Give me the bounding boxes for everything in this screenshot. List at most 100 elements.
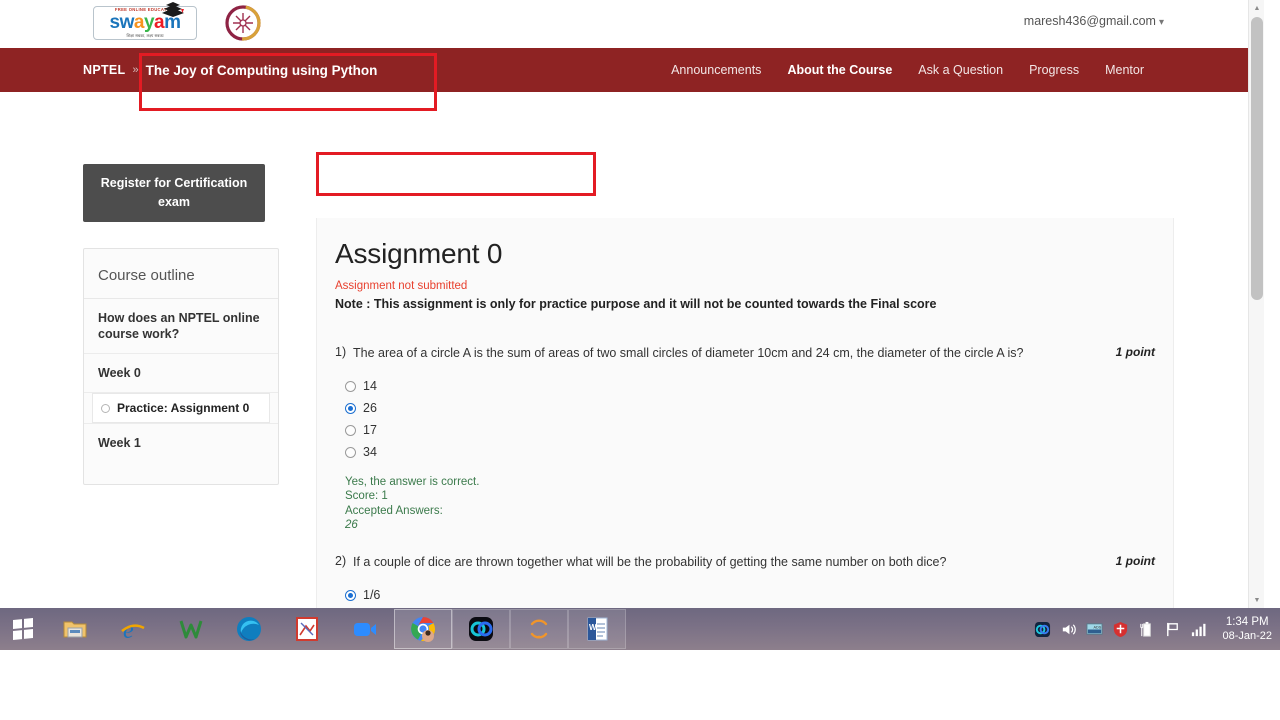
zoom-icon <box>354 623 376 636</box>
book-icon <box>162 2 184 17</box>
assignment-note: Note : This assignment is only for pract… <box>335 297 937 311</box>
webex-icon <box>469 617 493 641</box>
nptel-emblem-icon[interactable] <box>225 5 261 41</box>
question-2-option-1[interactable]: 1/6 <box>345 584 1155 606</box>
question-2: 2) If a couple of dice are thrown togeth… <box>317 532 1173 608</box>
nav-item-mentor[interactable]: Mentor <box>1092 63 1157 77</box>
sidebar-item-how-course-works[interactable]: How does an NPTEL online course work? <box>84 299 278 354</box>
option-label: 26 <box>363 401 377 415</box>
clock-time: 1:34 PM <box>1225 616 1269 628</box>
nav-item-ask-a-question[interactable]: Ask a Question <box>905 63 1016 77</box>
breadcrumb-separator-icon: » <box>132 64 139 76</box>
taskbar-loading-app[interactable] <box>510 609 568 649</box>
sidebar-subitem-label: Practice: Assignment 0 <box>117 401 250 415</box>
sidebar-item-week-1[interactable]: Week 1 <box>84 423 278 462</box>
register-certification-button[interactable]: Register for Certification exam <box>83 164 265 222</box>
swayam-logo-subtext: शिक्षा सबका, लक्ष्य सबका <box>126 33 164 38</box>
feedback-accepted-label: Accepted Answers: <box>345 505 443 517</box>
taskbar-microsoft-edge[interactable] <box>220 608 278 650</box>
taskbar-apps: e W <box>46 608 626 650</box>
feedback-result: Yes, the answer is correct. <box>345 476 480 488</box>
question-1-text: The area of a circle A is the sum of are… <box>353 346 1024 360</box>
breadcrumb-course-title[interactable]: The Joy of Computing using Python <box>146 63 378 78</box>
radio-icon-selected[interactable] <box>345 402 356 414</box>
webex-tray-icon[interactable] <box>1034 621 1051 638</box>
nav-item-progress[interactable]: Progress <box>1016 63 1092 77</box>
chevron-down-icon: ▾ <box>1158 17 1164 28</box>
battery-icon[interactable] <box>1138 621 1155 638</box>
taskbar-google-chrome[interactable] <box>394 609 452 649</box>
network-signal-icon[interactable] <box>1190 621 1207 638</box>
taskbar-microsoft-word[interactable]: W <box>568 609 626 649</box>
microsoft-edge-icon <box>237 617 261 641</box>
question-2-options: 1/6 1/36 1/12 1/3 <box>335 584 1155 608</box>
google-chrome-icon <box>411 617 436 642</box>
scroll-up-arrow-icon[interactable]: ▲ <box>1249 0 1264 16</box>
assignment-panel: Assignment 0 Assignment not submitted No… <box>316 218 1174 608</box>
scroll-down-arrow-icon[interactable]: ▼ <box>1249 592 1264 608</box>
breadcrumb: NPTEL » The Joy of Computing using Pytho… <box>83 63 377 78</box>
question-1-header: 1) The area of a circle A is the sum of … <box>335 345 1155 361</box>
scrollbar-thumb[interactable] <box>1251 17 1263 300</box>
question-2-number: 2) <box>335 554 347 568</box>
internet-explorer-icon: e <box>121 618 145 643</box>
sidebar-item-practice-assignment-0[interactable]: Practice: Assignment 0 <box>92 393 270 423</box>
option-label: 17 <box>363 423 377 437</box>
volume-icon[interactable] <box>1060 621 1077 638</box>
question-2-header: 2) If a couple of dice are thrown togeth… <box>335 554 1155 570</box>
submission-status: Assignment not submitted <box>335 280 468 292</box>
feedback-score: Score: 1 <box>345 490 388 502</box>
question-1-option-2[interactable]: 26 <box>345 397 1155 419</box>
question-1-option-1[interactable]: 14 <box>345 375 1155 397</box>
system-tray: ADS 1:34 PM 08-Jan-22 <box>1034 608 1280 650</box>
taskbar-paint-image[interactable] <box>278 608 336 650</box>
paint-image-icon <box>296 617 318 641</box>
taskbar-clock[interactable]: 1:34 PM 08-Jan-22 <box>1222 615 1272 643</box>
screen: FREE ONLINE EDUCATION swayam शिक्षा सबका… <box>0 0 1280 720</box>
question-1-options: 14 26 17 34 <box>335 375 1155 463</box>
taskbar-wps-writer[interactable] <box>162 608 220 650</box>
question-2-points: 1 point <box>1115 554 1155 568</box>
option-label: 1/6 <box>363 588 381 602</box>
start-button[interactable] <box>0 608 46 650</box>
question-1-option-4[interactable]: 34 <box>345 441 1155 463</box>
taskbar-internet-explorer[interactable]: e <box>104 608 162 650</box>
sidebar-item-week-0[interactable]: Week 0 <box>84 354 278 393</box>
option-label: 14 <box>363 379 377 393</box>
microsoft-word-icon: W <box>587 617 608 641</box>
security-shield-icon[interactable] <box>1112 621 1129 638</box>
radio-icon-selected[interactable] <box>345 589 356 601</box>
page-title: Assignment 0 <box>335 238 503 269</box>
display-icon[interactable]: ADS <box>1086 621 1103 638</box>
taskbar-file-explorer[interactable] <box>46 608 104 650</box>
flag-icon[interactable] <box>1164 621 1181 638</box>
radio-icon[interactable] <box>345 446 356 458</box>
course-navbar: NPTEL » The Joy of Computing using Pytho… <box>0 48 1264 92</box>
page-scrollbar[interactable]: ▲ ▼ <box>1248 0 1264 608</box>
file-explorer-icon <box>63 621 87 638</box>
nav-links: Announcements About the Course Ask a Que… <box>658 63 1157 77</box>
annotation-box-assignment-title <box>316 152 596 196</box>
user-email-label: maresh436@gmail.com <box>1023 14 1156 28</box>
desktop-background <box>0 650 1280 720</box>
option-label: 34 <box>363 445 377 459</box>
nav-item-announcements[interactable]: Announcements <box>658 63 774 77</box>
question-1: 1) The area of a circle A is the sum of … <box>317 311 1173 532</box>
taskbar-webex[interactable] <box>452 609 510 649</box>
windows-start-icon <box>13 617 33 641</box>
browser-page: FREE ONLINE EDUCATION swayam शिक्षा सबका… <box>0 0 1264 608</box>
question-1-option-3[interactable]: 17 <box>345 419 1155 441</box>
course-outline-card: Course outline How does an NPTEL online … <box>83 248 279 485</box>
user-account-menu[interactable]: maresh436@gmail.com ▾ <box>1024 14 1164 28</box>
radio-icon[interactable] <box>345 380 356 392</box>
nav-item-about-the-course[interactable]: About the Course <box>774 63 905 77</box>
question-2-text: If a couple of dice are thrown together … <box>353 555 947 569</box>
course-outline-heading: Course outline <box>84 249 278 299</box>
taskbar-zoom[interactable] <box>336 608 394 650</box>
outline-spacer <box>84 462 278 484</box>
breadcrumb-nptel[interactable]: NPTEL <box>83 63 125 77</box>
question-1-feedback: Yes, the answer is correct. Score: 1 Acc… <box>335 475 1155 532</box>
windows-taskbar: e W ADS 1:34 PM 08-Jan-22 <box>0 608 1280 650</box>
loading-app-icon <box>530 619 548 639</box>
radio-icon[interactable] <box>345 424 356 436</box>
